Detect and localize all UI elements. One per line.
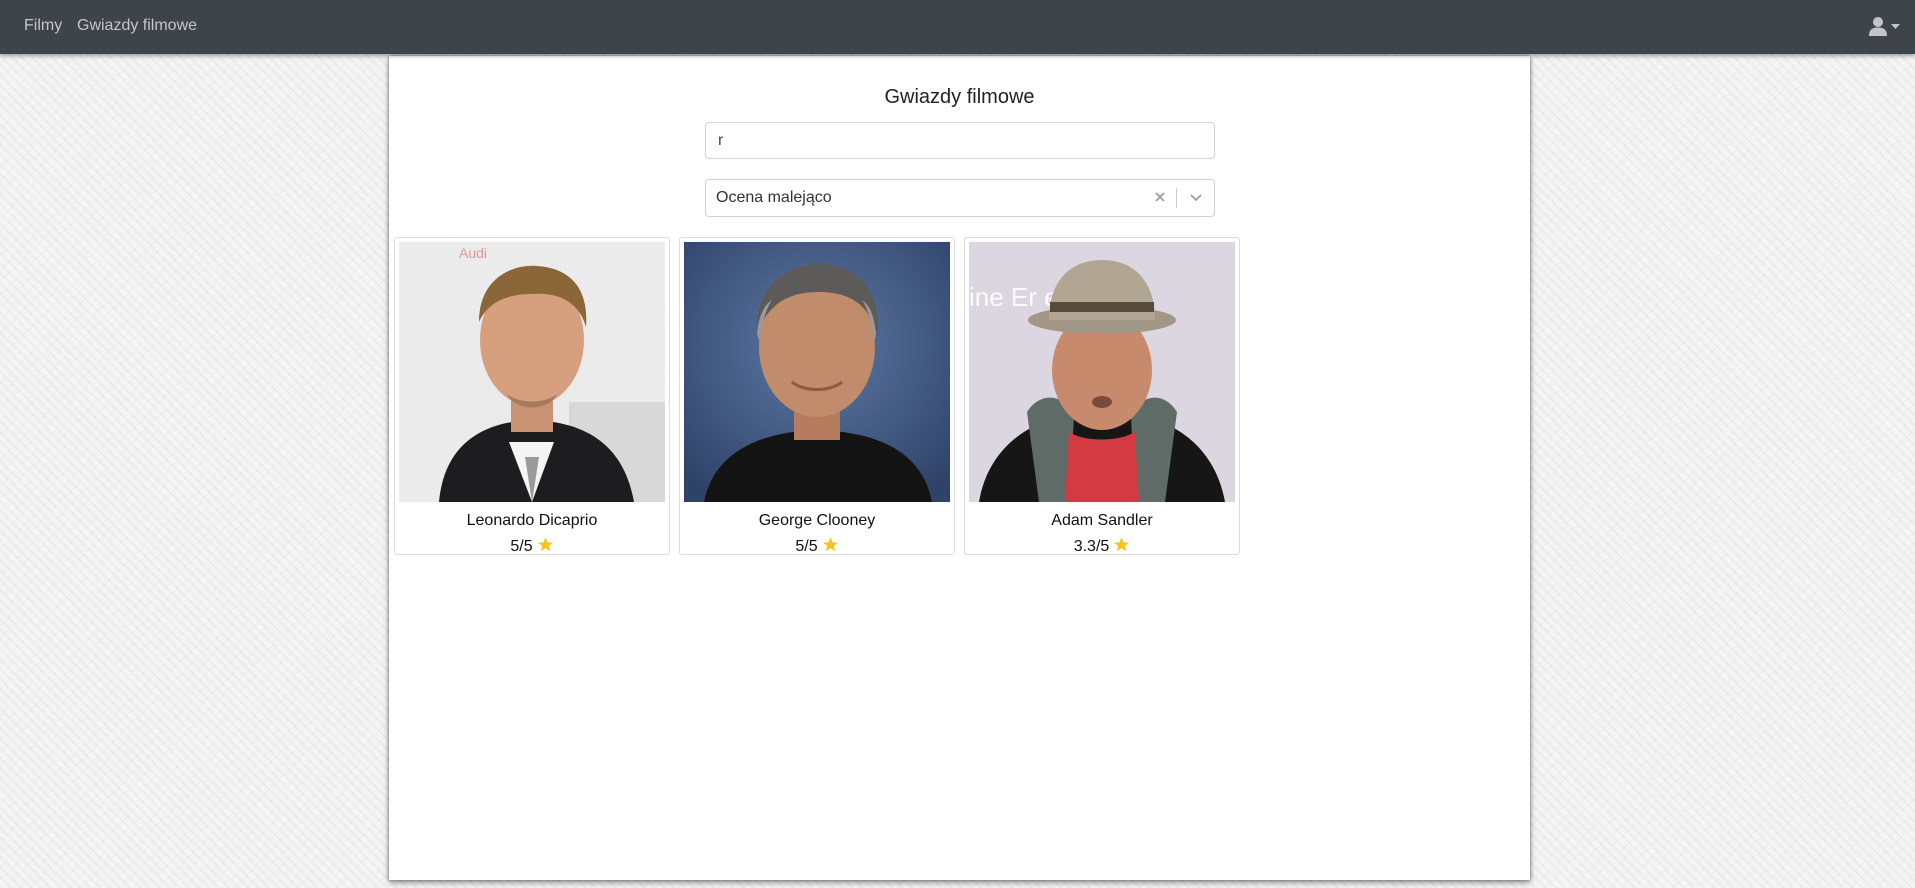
nav-link-movie-stars[interactable]: Gwiazdy filmowe [77, 17, 197, 35]
star-name: Leonardo Dicaprio [466, 512, 598, 529]
star-icon [537, 537, 553, 552]
sort-selected-value: Ocena malejąco [716, 189, 832, 206]
caret-down-icon [1891, 24, 1900, 29]
chevron-down-icon[interactable] [1189, 192, 1203, 204]
user-icon [1869, 17, 1900, 36]
page-title: Gwiazdy filmowe [884, 86, 1035, 108]
rating-value: 5/5 [510, 538, 533, 555]
star-rating: 3.3/5 [965, 536, 1239, 556]
sort-select[interactable]: Ocena malejąco [705, 179, 1215, 217]
clear-icon[interactable] [1153, 190, 1167, 204]
select-separator [1176, 188, 1177, 208]
star-photo: Audi [399, 242, 665, 502]
star-rating: 5/5 [680, 536, 954, 556]
rating-value: 5/5 [795, 538, 818, 555]
nav-link-films[interactable]: Filmy [24, 17, 62, 35]
star-photo: ine Er e Frau [969, 242, 1235, 502]
star-icon [822, 537, 838, 552]
search-input[interactable] [705, 122, 1215, 159]
star-card[interactable]: ine Er e Frau Adam Sandler 3.3/5 [964, 237, 1240, 555]
star-card[interactable]: Audi Leonardo Dicaprio 5/5 [394, 237, 670, 555]
star-photo [684, 242, 950, 502]
star-icon [1114, 537, 1130, 552]
top-navbar: Filmy Gwiazdy filmowe [0, 0, 1915, 54]
star-card[interactable]: George Clooney 5/5 [679, 237, 955, 555]
main-panel: Gwiazdy filmowe Ocena malejąco Audi [389, 56, 1530, 880]
star-rating: 5/5 [395, 536, 669, 556]
star-name: Adam Sandler [1051, 512, 1153, 529]
user-menu-dropdown[interactable] [1869, 16, 1901, 38]
rating-value: 3.3/5 [1073, 538, 1110, 555]
svg-text:Audi: Audi [459, 245, 487, 261]
star-name: George Clooney [758, 512, 876, 529]
